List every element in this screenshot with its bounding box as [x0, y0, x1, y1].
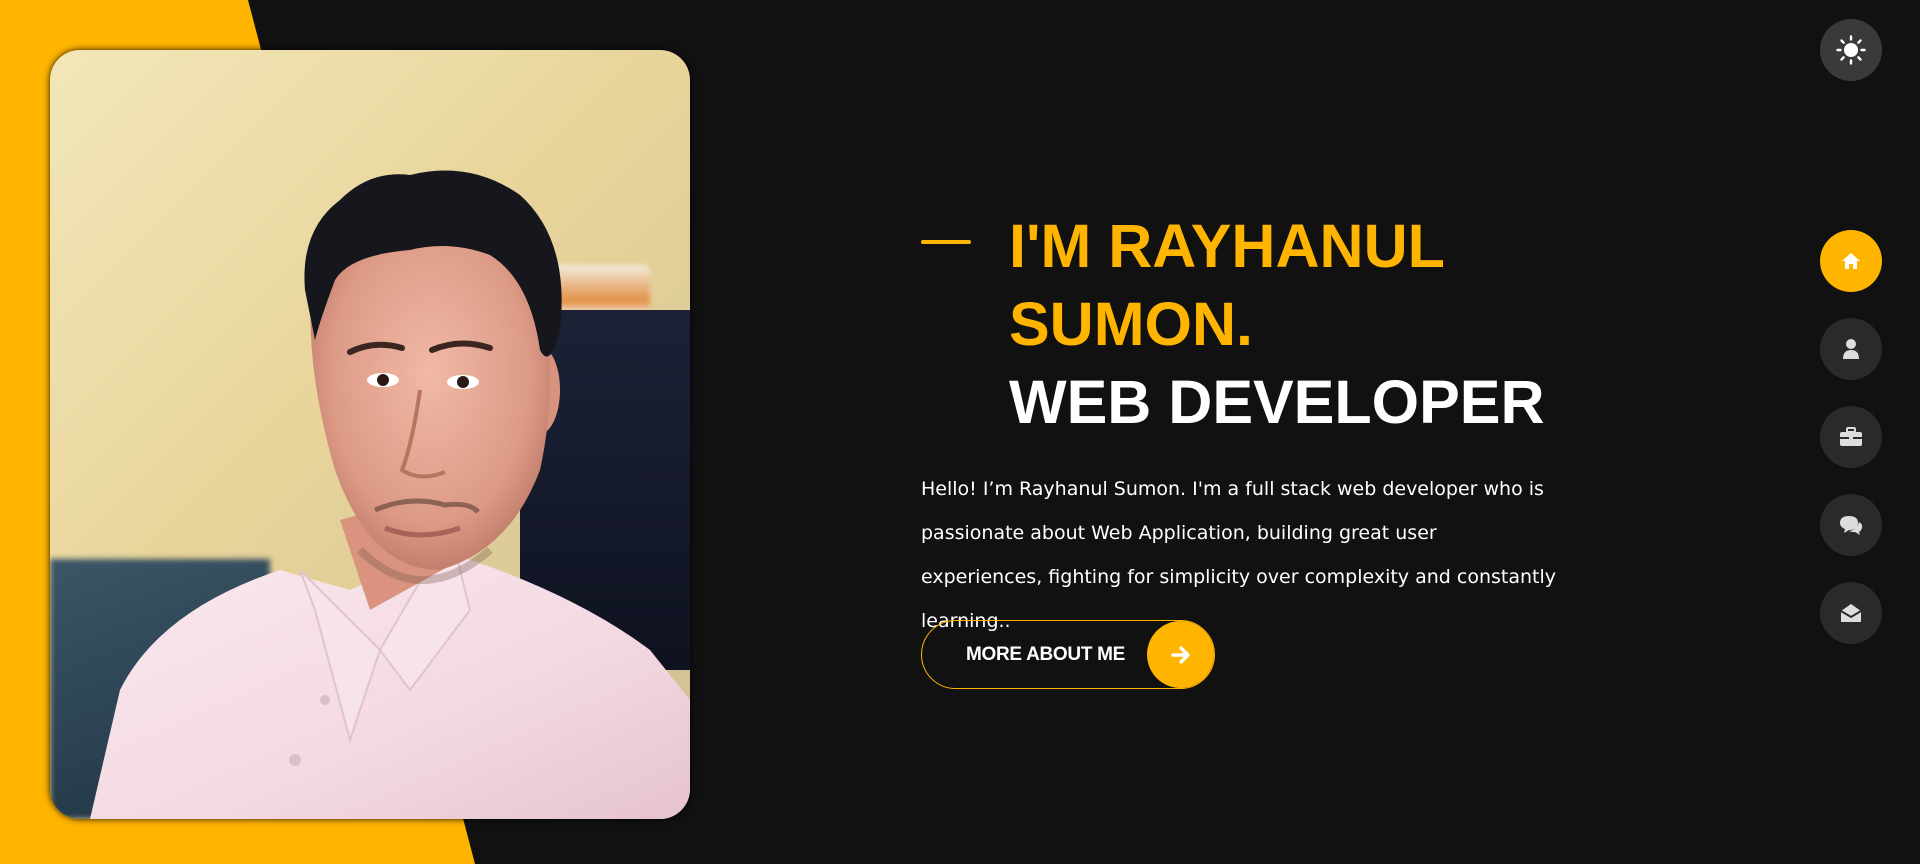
arrow-right-icon [1147, 621, 1214, 688]
sun-icon [1836, 35, 1866, 65]
hero-description: Hello! I’m Rayhanul Sumon. I'm a full st… [921, 478, 1556, 632]
nav-portfolio-button[interactable] [1820, 406, 1882, 468]
nav-about-button[interactable] [1820, 318, 1882, 380]
nav-blog-button[interactable] [1820, 494, 1882, 556]
nav-home-button[interactable] [1820, 230, 1882, 292]
profile-photo [50, 50, 690, 819]
side-navigation [1820, 230, 1882, 644]
hero-title: I'm Rayhanul Sumon. Web Developer [1009, 207, 1581, 441]
nav-contact-button[interactable] [1820, 582, 1882, 644]
user-icon [1843, 339, 1859, 359]
hero-role: Web Developer [1009, 368, 1545, 436]
envelope-open-icon [1840, 604, 1862, 622]
theme-toggle-button[interactable] [1820, 19, 1882, 81]
hero-section: I'm Rayhanul Sumon. Web Developer Hello!… [921, 207, 1581, 643]
comments-icon [1840, 516, 1863, 535]
home-icon [1842, 253, 1860, 269]
more-about-me-label: MORE ABOUT ME [966, 643, 1126, 665]
more-about-me-button[interactable]: MORE ABOUT ME [921, 620, 1215, 689]
hero-name: I'm Rayhanul Sumon. [1009, 212, 1444, 358]
briefcase-icon [1840, 427, 1862, 446]
person-portrait [90, 170, 690, 819]
